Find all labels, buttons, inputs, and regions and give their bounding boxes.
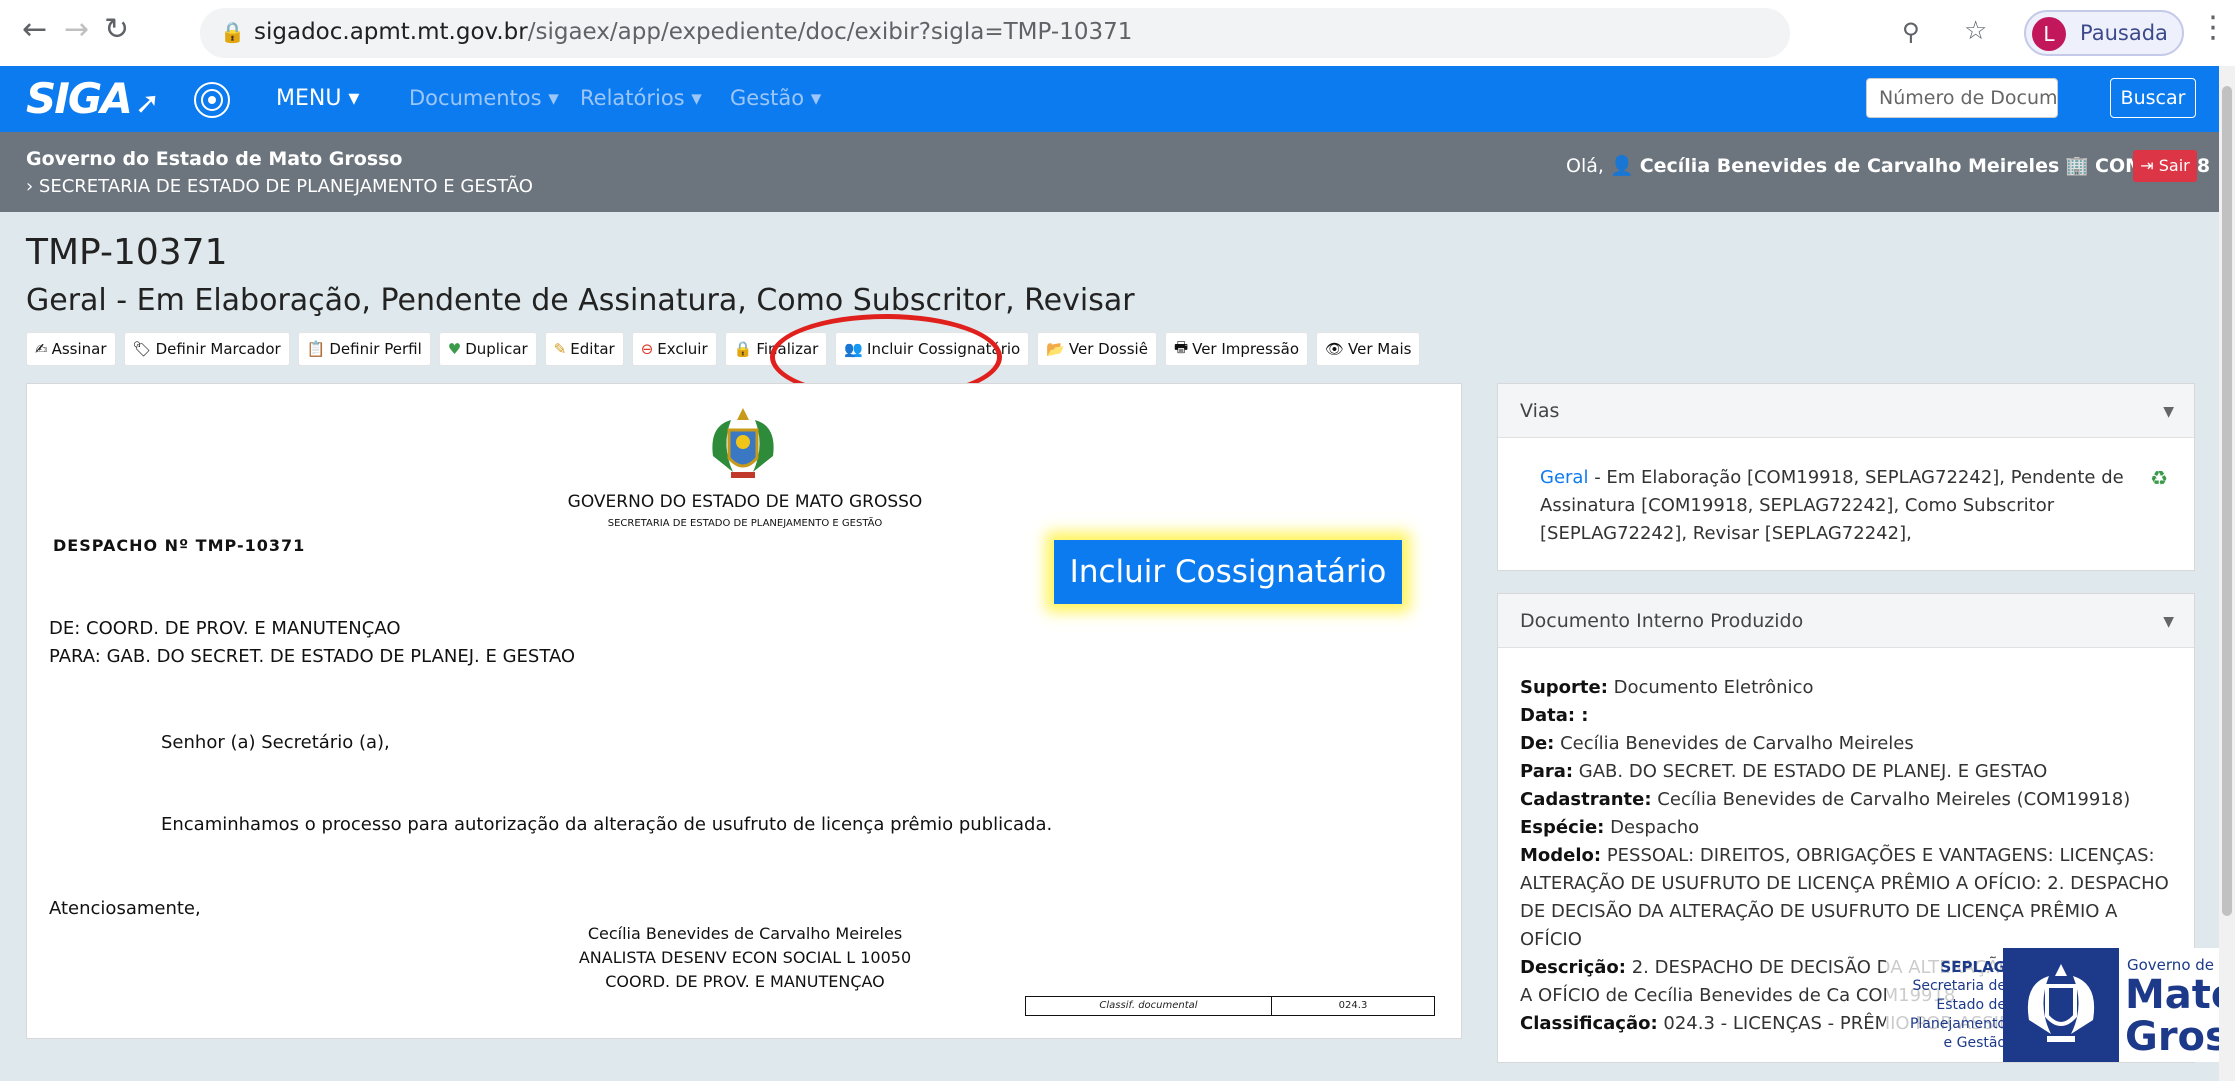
duplicar-button[interactable]: ♥ Duplicar [438,332,537,366]
mato-grosso-logo: Governo de Mato Gross [2003,948,2235,1062]
paper-signer-unit: COORD. DE PROV. E MANUTENÇAO [605,972,885,991]
paper-salutation: Senhor (a) Secretário (a), [161,732,390,753]
paper-signer-role: ANALISTA DESENV ECON SOCIAL L 10050 [578,948,912,967]
address-bar[interactable]: 🔒 sigadoc.apmt.mt.gov.br/sigaex/app/expe… [200,8,1987,58]
document-preview: GOVERNO DO ESTADO DE MATO GROSSO SECRETA… [26,383,1462,1039]
vias-panel: Vias ▼ Geral - Em Elaboração [COM19918, S… [1497,383,2195,571]
paper-gov-header: GOVERNO DO ESTADO DE MATO GROSSO [567,492,923,512]
via-link[interactable]: Geral [1540,467,1588,488]
document-status: Geral - Em Elaboração, Pendente de Assin… [26,283,1135,318]
info-modelo: Modelo: PESSOAL: DIREITOS, OBRIGAÇÕES E … [1520,845,2169,950]
ver-impressao-button[interactable]: 🖶 Ver Impressão [1164,332,1308,366]
eye-icon: 👁 [1325,340,1345,358]
logo-arrow-icon: ➚ [134,86,160,121]
vias-header[interactable]: Vias ▼ [1498,384,2194,438]
browser-chrome: ← → ↻ 🔒 sigadoc.apmt.mt.gov.br/sigaex/ap… [0,0,2235,66]
classification-label: Classif. documental [1026,997,1272,1015]
state-seal-icon [194,82,230,118]
definir-marcador-button[interactable]: 🏷 Definir Marcador [123,332,290,366]
info-para: Para: GAB. DO SECRET. DE ESTADO DE PLANE… [1520,761,2048,782]
document-search-input[interactable]: Número de Documento [1866,78,2058,118]
folder-icon: 📂 [1046,340,1065,358]
nav-relatorios[interactable]: Relatórios ▾ [580,86,702,110]
paper-closing: Atenciosamente, [49,898,201,919]
profile-icon: 📋 [306,340,326,358]
paper-body: Encaminhamos o processo para autorização… [161,814,1053,835]
paper-signer-name: Cecília Benevides de Carvalho Meireles [587,924,903,943]
url-text: sigadoc.apmt.mt.gov.br/sigaex/app/expedi… [254,19,1133,45]
forward-icon[interactable]: → [64,12,89,47]
profile-button[interactable]: L Pausada [2024,10,2184,56]
user-greeting: Olá, 👤 Cecília Benevides de Carvalho Mei… [1566,154,2210,177]
lock-icon: 🔒 [733,340,753,358]
page-scrollbar[interactable] [2219,66,2235,1081]
coat-of-arms-icon [712,408,774,478]
refresh-icon[interactable]: ♻ [2150,466,2168,490]
reload-icon[interactable]: ↻ [104,12,129,47]
avatar: L [2032,17,2066,51]
tag-icon: 🏷 [132,340,152,358]
paper-to: PARA: GAB. DO SECRET. DE ESTADO DE PLANE… [49,646,576,667]
definir-perfil-button[interactable]: 📋 Definir Perfil [297,332,431,366]
paper-sec-header: SECRETARIA DE ESTADO DE PLANEJAMENTO E G… [607,518,883,529]
chevron-down-icon: ▼ [2163,614,2174,630]
callout-label: Incluir Cossignatário [1054,540,1402,604]
user-icon: 👤 [1609,155,1634,177]
profile-status: Pausada [2080,21,2168,45]
pencil-icon: ✎ [553,340,567,358]
assinar-button[interactable]: ✍ Assinar [26,332,116,366]
siga-logo[interactable]: SIGA ➚ [26,74,160,123]
government-name: Governo do Estado de Mato Grosso [26,148,403,170]
scrollbar-thumb[interactable] [2222,86,2232,916]
info-data: Data: : [1520,705,1589,726]
app-navbar: SIGA ➚ MENU ▾ Documentos ▾ Relatórios ▾ G… [0,66,2235,132]
ver-mais-button[interactable]: 👁 Ver Mais [1316,332,1421,366]
document-info-header[interactable]: Documento Interno Produzido ▼ [1498,594,2194,648]
delete-icon: ⊖ [640,340,654,358]
back-icon[interactable]: ← [22,12,47,47]
browser-menu-icon[interactable]: ⋮ [2198,10,2228,45]
print-icon: 🖶 [1173,337,1189,356]
user-name[interactable]: Cecília Benevides de Carvalho Meireles [1640,155,2060,177]
info-especie: Espécie: Despacho [1520,817,1700,838]
ver-dossie-button[interactable]: 📂 Ver Dossiê [1037,332,1157,366]
classification-value: 024.3 [1338,1000,1368,1011]
info-de: De: Cecília Benevides de Carvalho Meirel… [1520,733,1914,754]
building-icon: 🏢 [2065,155,2089,177]
search-button[interactable]: Buscar [2110,78,2196,118]
bookmark-star-icon[interactable]: ☆ [1964,16,1987,46]
paper-title: DESPACHO Nº TMP-10371 [53,536,306,555]
state-seal-icon [2027,964,2095,1042]
mt-seal-block [2003,948,2119,1062]
nav-documentos[interactable]: Documentos ▾ [409,86,559,110]
excluir-button[interactable]: ⊖ Excluir [631,332,717,366]
zoom-icon[interactable]: ⚲ [1902,18,1920,46]
logout-button[interactable]: ⇥ Sair [2133,150,2197,182]
paper-from: DE: COORD. DE PROV. E MANUTENÇAO [49,618,401,639]
lock-icon: 🔒 [220,20,245,44]
vias-entry: Geral - Em Elaboração [COM19918, SEPLAG7… [1540,467,2124,544]
seplag-label: SEPLAG Secretaria de Estado de Planejame… [1886,958,2006,1053]
action-toolbar: ✍ Assinar 🏷 Definir Marcador 📋 Definir Perf… [26,332,1421,366]
classification-box: Classif. documental 024.3 [1025,996,1435,1016]
editar-button[interactable]: ✎ Editar [544,332,624,366]
duplicate-icon: ♥ [447,340,462,358]
secretariat-name[interactable]: › SECRETARIA DE ESTADO DE PLANEJAMENTO E… [26,176,533,197]
menu-dropdown[interactable]: MENU ▾ [276,86,359,111]
nav-gestao[interactable]: Gestão ▾ [730,86,821,110]
info-suporte: Suporte: Documento Eletrônico [1520,677,1814,698]
chevron-down-icon: ▼ [2163,404,2174,420]
sign-icon: ✍ [35,340,48,358]
document-code: TMP-10371 [26,232,228,273]
info-cadastrante: Cadastrante: Cecília Benevides de Carval… [1520,789,2131,810]
logout-icon: ⇥ [2140,156,2154,175]
org-bar: Governo do Estado de Mato Grosso › SECRE… [0,132,2235,212]
